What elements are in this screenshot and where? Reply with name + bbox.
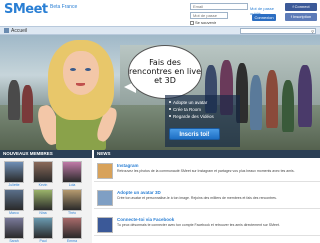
feature-label: Crée ta Room [173,107,202,112]
search-input[interactable]: ⚲ [240,28,316,34]
checkbox-icon [190,20,194,25]
news-text: Crée ton avatar et personnalise-le à ton… [117,196,277,200]
avatar-figure [22,85,33,123]
news-thumbnail[interactable] [97,217,113,233]
news-heading: NEWS [94,150,320,158]
search-icon[interactable]: ⚲ [311,29,314,34]
speech-bubble: Fais des rencontres en live et 3D [128,45,202,99]
member-name[interactable]: Théo [61,211,83,215]
password-field[interactable] [190,12,228,19]
new-members-panel: Juliette Kevin Lola Marco Nina Théo Sarah Paul E… [0,158,92,243]
avatar-figure [282,80,294,132]
member-thumbnail[interactable] [62,217,82,239]
news-text: Retrouvez les photos de la communauté SM… [117,169,295,173]
nav-home[interactable]: Accueil [4,28,27,34]
remember-checkbox[interactable]: Se souvenir [190,20,216,25]
member-thumbnail[interactable] [33,189,53,211]
bullet-icon [169,115,171,117]
news-item: Instagram Retrouvez les photos de la comm… [94,160,320,182]
feature-item: Adopte un avatar [165,99,240,106]
member-name[interactable]: Paul [32,239,54,243]
member-name[interactable]: Lola [61,183,83,187]
member-name[interactable]: Marco [3,211,25,215]
bullet-icon [169,101,171,103]
news-thumbnail[interactable] [97,163,113,179]
nav-home-label: Accueil [11,28,28,34]
email-field[interactable] [190,3,248,10]
facebook-connect-button[interactable]: f Connect [285,3,317,11]
remember-label: Se souvenir [195,20,217,25]
hero-banner: Fais des rencontres en live et 3D Adopte… [0,35,320,150]
member-thumbnail[interactable] [62,161,82,183]
member-name[interactable]: Sarah [3,239,25,243]
login-button[interactable]: Connexion [252,14,276,21]
member-thumbnail[interactable] [4,189,24,211]
news-item: Adopte un avatar 3D Crée ton avatar et pe… [94,187,320,209]
bullet-icon [169,108,171,110]
avatar-eye [85,68,91,71]
avatar-mouth [76,83,85,86]
avatar-figure [266,70,278,128]
news-title[interactable]: Instagram [117,163,139,168]
members-heading: NOUVEAUX MEMBRES [0,150,92,158]
signup-button[interactable]: Inscris toi! [169,128,220,140]
feature-item: Regarde des Vidéos [165,113,240,120]
feature-list: Adopte un avatar Crée ta Room Regarde de… [165,99,240,120]
avatar-figure [250,75,262,130]
beta-label: Beta France [50,4,78,10]
member-name[interactable]: Kevin [32,183,54,187]
feature-label: Adopte un avatar [173,100,208,105]
news-text: Tu peux désormais te connecter avec ton … [117,223,280,227]
news-item: Connecte-toi via Facebook Tu peux désorma… [94,214,320,236]
logo[interactable]: SMeet [4,2,48,17]
member-name[interactable]: Emma [61,239,83,243]
news-thumbnail[interactable] [97,190,113,206]
avatar-figure [8,80,20,120]
nav-bar: Accueil ⚲ [0,26,320,35]
member-thumbnail[interactable] [4,217,24,239]
news-title[interactable]: Connecte-toi via Facebook [117,217,174,222]
header: SMeet Beta France Se souvenir Mot de pas… [0,0,320,26]
feature-label: Regarde des Vidéos [173,114,214,119]
member-thumbnail[interactable] [33,161,53,183]
facebook-area: f Connect f Inscription [285,3,317,23]
member-name[interactable]: Nina [32,211,54,215]
member-thumbnail[interactable] [62,189,82,211]
home-icon [4,28,9,34]
news-panel: Instagram Retrouvez les photos de la comm… [94,158,320,243]
logo-text: SMeet [4,2,48,17]
avatar-figure [298,65,312,127]
avatar-eye [70,68,76,71]
feature-item: Crée ta Room [165,106,240,113]
member-name[interactable]: Juliette [3,183,25,187]
member-thumbnail[interactable] [4,161,24,183]
facebook-signup-button[interactable]: f Inscription [285,13,317,21]
member-thumbnail[interactable] [33,217,53,239]
news-title[interactable]: Adopte un avatar 3D [117,190,161,195]
avatar-face [63,51,99,95]
login-form: Se souvenir Mot de passe oublié Connexio… [190,3,280,25]
